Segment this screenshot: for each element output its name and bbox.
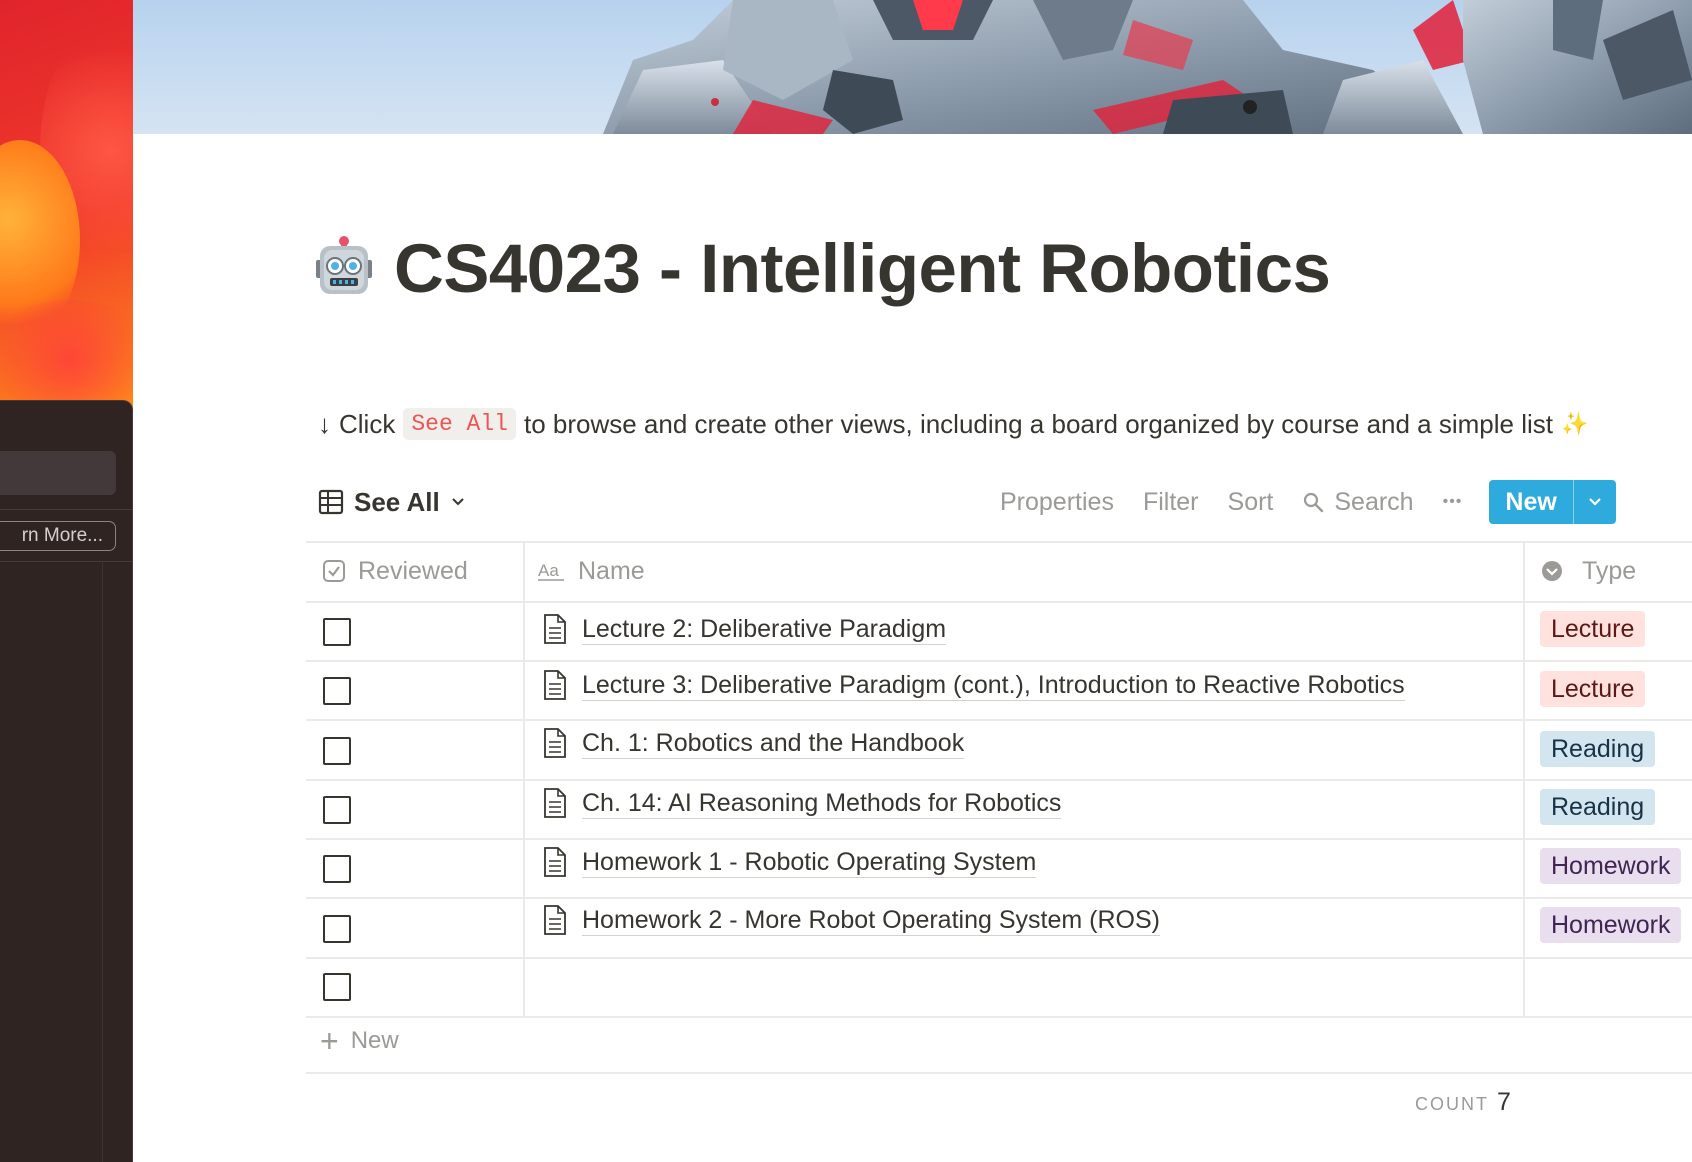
page-document-icon bbox=[544, 905, 566, 935]
chevron-down-icon bbox=[1589, 498, 1601, 506]
type-tag[interactable]: Reading bbox=[1540, 731, 1656, 767]
name-cell[interactable]: Lecture 2: Deliberative Paradigm bbox=[542, 609, 947, 649]
background-app-field bbox=[0, 451, 116, 495]
ellipsis-icon: ••• bbox=[1442, 493, 1463, 510]
column-header-reviewed[interactable]: Reviewed bbox=[322, 541, 468, 601]
table-icon bbox=[318, 489, 344, 515]
sort-button[interactable]: Sort bbox=[1228, 488, 1274, 517]
record-title-link[interactable]: Lecture 3: Deliberative Paradigm (cont.)… bbox=[582, 670, 1405, 701]
new-template-dropdown[interactable] bbox=[1574, 480, 1616, 524]
hint-callout: ↓ Click See All to browse and create oth… bbox=[318, 408, 1588, 440]
reviewed-checkbox[interactable] bbox=[323, 973, 351, 1001]
hint-text-after: to browse and create other views, includ… bbox=[523, 408, 1553, 439]
database-toolbar: Properties Filter Sort Search ••• New bbox=[1000, 480, 1616, 524]
add-new-row-label: New bbox=[350, 1027, 399, 1054]
name-cell[interactable]: Homework 2 - More Robot Operating System… bbox=[542, 900, 1160, 940]
table-row[interactable]: Ch. 1: Robotics and the Handbook Reading bbox=[306, 719, 1692, 778]
page-document-icon bbox=[544, 847, 566, 877]
reviewed-checkbox[interactable] bbox=[323, 915, 351, 943]
page-document-icon bbox=[544, 670, 566, 700]
more-options-button[interactable]: ••• bbox=[1443, 493, 1463, 511]
view-switcher[interactable]: See All bbox=[318, 484, 466, 520]
page-cover-image bbox=[133, 0, 1692, 134]
record-title-link[interactable]: Ch. 14: AI Reasoning Methods for Robotic… bbox=[582, 788, 1062, 819]
type-tag[interactable]: Lecture bbox=[1540, 611, 1646, 647]
column-header-name[interactable]: Aa Name bbox=[538, 541, 645, 601]
name-cell[interactable]: Lecture 3: Deliberative Paradigm (cont.)… bbox=[542, 665, 1405, 705]
view-name: See All bbox=[354, 486, 440, 517]
search-button[interactable]: Search bbox=[1302, 487, 1414, 517]
table-row[interactable]: Lecture 2: Deliberative Paradigm Lecture bbox=[306, 601, 1692, 660]
background-app-window: rn More... bbox=[0, 400, 133, 1162]
svg-text:Aa: Aa bbox=[538, 561, 559, 580]
name-cell[interactable]: Ch. 1: Robotics and the Handbook bbox=[542, 723, 965, 763]
learn-more-button[interactable]: rn More... bbox=[0, 521, 116, 551]
reviewed-checkbox[interactable] bbox=[323, 796, 351, 824]
new-record-button[interactable]: New bbox=[1489, 480, 1616, 524]
sparkles-icon: ✨ bbox=[1561, 411, 1589, 436]
type-tag[interactable]: Lecture bbox=[1540, 671, 1646, 707]
page-document-icon bbox=[544, 728, 566, 758]
table-row[interactable] bbox=[306, 957, 1692, 1016]
column-header-label: Type bbox=[1582, 556, 1637, 585]
search-label: Search bbox=[1334, 487, 1414, 516]
count-label: COUNT bbox=[1415, 1094, 1489, 1114]
table-row[interactable]: Lecture 3: Deliberative Paradigm (cont.)… bbox=[306, 660, 1692, 719]
inline-code-see-all: See All bbox=[403, 408, 516, 440]
name-cell[interactable]: Ch. 14: AI Reasoning Methods for Robotic… bbox=[542, 783, 1062, 823]
hint-text-before: Click bbox=[339, 408, 396, 439]
search-icon bbox=[1304, 492, 1324, 513]
page-title-text[interactable]: CS4023 - Intelligent Robotics bbox=[394, 229, 1331, 308]
record-title-link[interactable]: Homework 2 - More Robot Operating System… bbox=[582, 905, 1160, 936]
select-property-icon bbox=[1542, 561, 1562, 581]
reviewed-checkbox[interactable] bbox=[323, 737, 351, 765]
type-tag[interactable]: Reading bbox=[1540, 789, 1656, 825]
plus-icon: + bbox=[320, 1023, 339, 1059]
page-document-icon bbox=[544, 788, 566, 818]
reviewed-checkbox[interactable] bbox=[323, 618, 351, 646]
title-property-icon: Aa bbox=[538, 561, 564, 581]
type-tag[interactable]: Homework bbox=[1540, 848, 1682, 884]
desktop-wallpaper: rn More... bbox=[0, 0, 133, 1162]
robot-face-icon[interactable] bbox=[312, 236, 376, 300]
record-title-link[interactable]: Lecture 2: Deliberative Paradigm bbox=[582, 614, 947, 645]
page-title: CS4023 - Intelligent Robotics bbox=[312, 228, 1331, 308]
table-row[interactable]: Homework 2 - More Robot Operating System… bbox=[306, 897, 1692, 956]
table-row[interactable]: Ch. 14: AI Reasoning Methods for Robotic… bbox=[306, 779, 1692, 838]
record-title-link[interactable]: Ch. 1: Robotics and the Handbook bbox=[582, 728, 965, 759]
record-title-link[interactable]: Homework 1 - Robotic Operating System bbox=[582, 847, 1037, 878]
chevron-down-icon bbox=[452, 498, 464, 506]
down-arrow-icon: ↓ bbox=[318, 408, 331, 439]
table-row[interactable]: Homework 1 - Robotic Operating System Ho… bbox=[306, 838, 1692, 897]
add-new-row-button[interactable]: + New bbox=[320, 1021, 399, 1061]
page-document-icon bbox=[544, 614, 566, 644]
column-header-type[interactable]: Type bbox=[1540, 541, 1636, 601]
type-tag[interactable]: Homework bbox=[1540, 907, 1682, 943]
count-value: 7 bbox=[1497, 1088, 1511, 1116]
reviewed-checkbox[interactable] bbox=[323, 855, 351, 883]
properties-button[interactable]: Properties bbox=[1000, 488, 1114, 517]
reviewed-checkbox[interactable] bbox=[323, 677, 351, 705]
checkbox-property-icon bbox=[323, 560, 345, 582]
name-cell[interactable]: Homework 1 - Robotic Operating System bbox=[542, 842, 1037, 882]
column-header-label: Name bbox=[578, 556, 645, 585]
filter-button[interactable]: Filter bbox=[1143, 488, 1199, 517]
column-header-label: Reviewed bbox=[358, 556, 468, 585]
row-count-summary[interactable]: COUNT 7 bbox=[1415, 1088, 1511, 1117]
new-button-label[interactable]: New bbox=[1489, 480, 1574, 524]
